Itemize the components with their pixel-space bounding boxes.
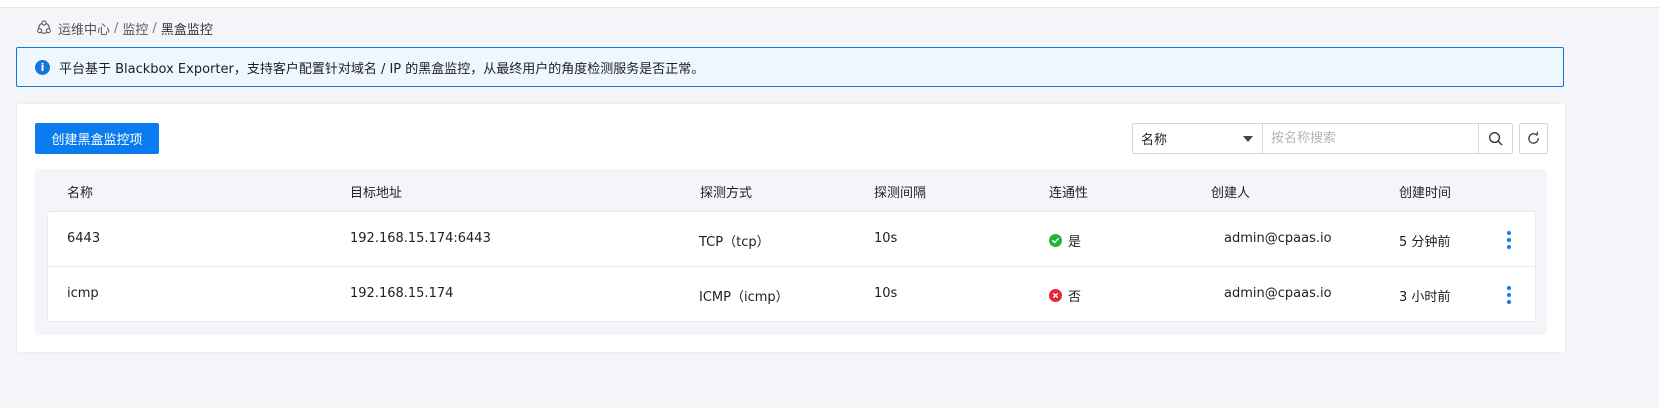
top-bar bbox=[0, 0, 1659, 8]
refresh-icon bbox=[1528, 131, 1539, 144]
table-row: icmp 192.168.15.174 ICMP（icmp） 10s 否 adm… bbox=[47, 266, 1536, 322]
cell-created-time: 3 小时前 bbox=[1399, 290, 1451, 305]
breadcrumb-separator: / bbox=[152, 20, 157, 36]
error-circle-icon bbox=[1049, 289, 1062, 302]
check-circle-icon bbox=[1049, 234, 1062, 247]
cell-method: TCP（tcp） bbox=[699, 235, 770, 250]
cell-connectivity: 是 bbox=[1049, 231, 1081, 250]
more-actions-icon[interactable] bbox=[1506, 286, 1512, 304]
breadcrumb: 运维中心 / 监控 / 黑盒监控 bbox=[36, 18, 213, 38]
cell-interval: 10s bbox=[874, 231, 898, 246]
column-header-name: 名称 bbox=[67, 186, 94, 201]
cell-method: ICMP（icmp） bbox=[699, 290, 789, 305]
breadcrumb-item-ops-center[interactable]: 运维中心 bbox=[58, 19, 110, 38]
cell-interval: 10s bbox=[874, 286, 898, 301]
caret-down-icon bbox=[1243, 135, 1253, 142]
refresh-button[interactable] bbox=[1519, 123, 1548, 154]
alert-text: 平台基于 Blackbox Exporter，支持客户配置针对域名 / IP 的… bbox=[59, 61, 705, 77]
table-header: 名称 目标地址 探测方式 探测间隔 连通性 创建人 创建时间 bbox=[35, 169, 1547, 211]
breadcrumb-item-blackbox: 黑盒监控 bbox=[160, 22, 213, 38]
table-row: 6443 192.168.15.174:6443 TCP（tcp） 10s 是 … bbox=[47, 211, 1536, 267]
cell-target: 192.168.15.174:6443 bbox=[350, 231, 491, 246]
cell-creator: admin@cpaas.io bbox=[1224, 286, 1332, 301]
search-icon bbox=[1489, 132, 1503, 146]
breadcrumb-separator: / bbox=[114, 20, 119, 36]
cell-target: 192.168.15.174 bbox=[350, 286, 454, 301]
info-alert: i 平台基于 Blackbox Exporter，支持客户配置针对域名 / IP… bbox=[16, 47, 1564, 87]
column-header-connectivity: 连通性 bbox=[1049, 186, 1089, 201]
column-header-created-time: 创建时间 bbox=[1399, 186, 1452, 201]
search-button[interactable] bbox=[1478, 123, 1513, 154]
column-header-target: 目标地址 bbox=[350, 186, 403, 201]
cell-creator: admin@cpaas.io bbox=[1224, 231, 1332, 246]
search-group: 名称 bbox=[1132, 123, 1513, 154]
breadcrumb-item-monitoring[interactable]: 监控 bbox=[122, 19, 148, 38]
cell-name[interactable]: 6443 bbox=[67, 231, 100, 246]
connectivity-label: 是 bbox=[1068, 235, 1082, 250]
connectivity-label: 否 bbox=[1068, 290, 1082, 305]
ops-center-icon bbox=[36, 20, 51, 34]
cell-created-time: 5 分钟前 bbox=[1399, 235, 1451, 250]
column-header-interval: 探测间隔 bbox=[874, 186, 927, 201]
info-icon: i bbox=[35, 59, 50, 75]
more-actions-icon[interactable] bbox=[1506, 231, 1512, 249]
monitor-table: 名称 目标地址 探测方式 探测间隔 连通性 创建人 创建时间 6443 192.… bbox=[35, 169, 1547, 335]
list-card: 创建黑盒监控项 名称 名称 目标地址 探测方式 探测间隔 连通性 创建人 创建时… bbox=[16, 103, 1566, 353]
filter-field-value: 名称 bbox=[1141, 133, 1168, 148]
column-header-creator: 创建人 bbox=[1211, 186, 1251, 201]
create-blackbox-monitor-button[interactable]: 创建黑盒监控项 bbox=[35, 123, 159, 154]
column-header-method: 探测方式 bbox=[700, 186, 753, 201]
cell-connectivity: 否 bbox=[1049, 286, 1081, 305]
cell-name[interactable]: icmp bbox=[67, 286, 99, 301]
filter-field-select[interactable]: 名称 bbox=[1132, 123, 1262, 154]
search-input[interactable] bbox=[1262, 123, 1478, 154]
